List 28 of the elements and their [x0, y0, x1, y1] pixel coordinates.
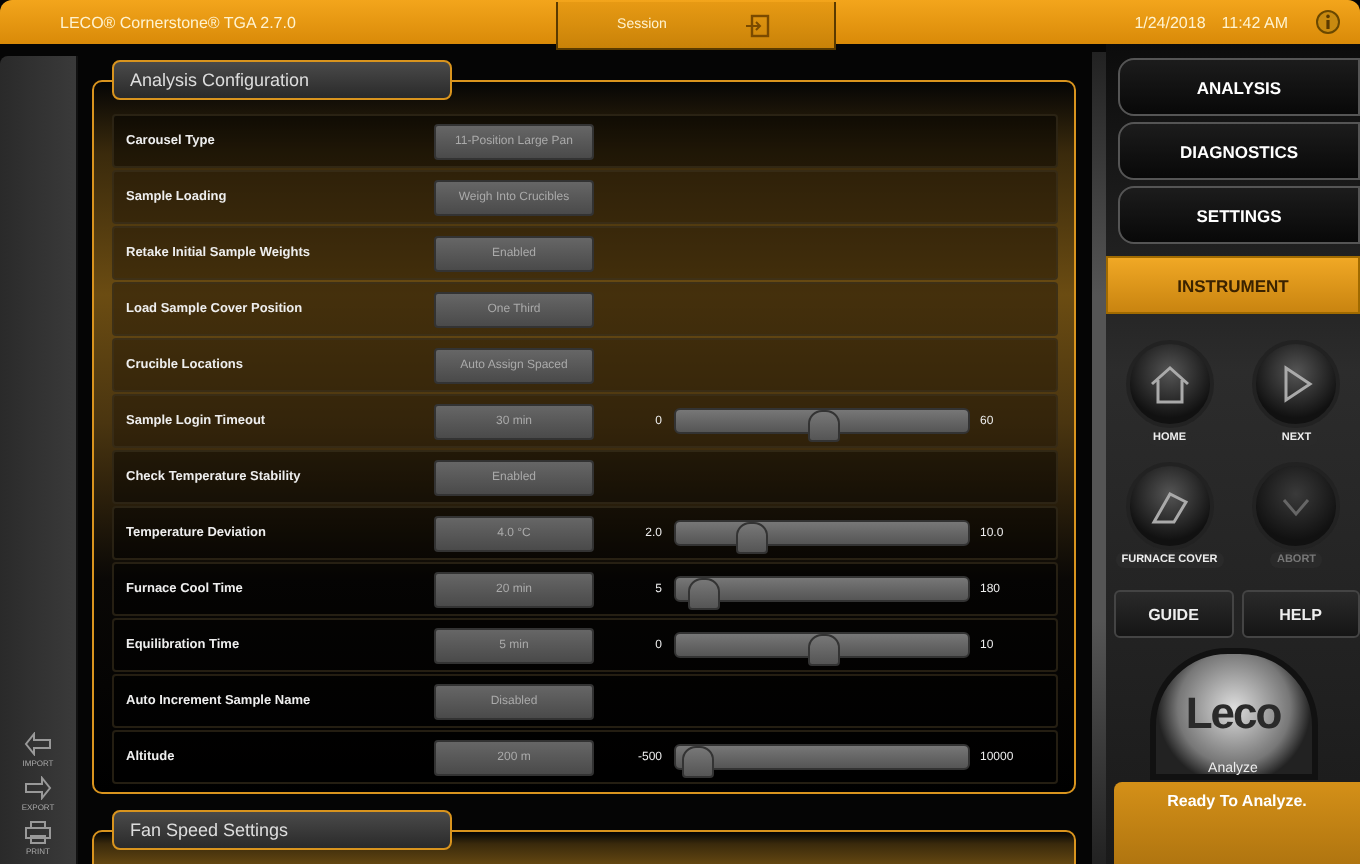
- help-button[interactable]: HELP: [1241, 590, 1360, 638]
- slider-thumb[interactable]: [682, 746, 715, 778]
- status-message: Ready To Analyze.: [1114, 782, 1360, 864]
- section-title: Analysis Configuration: [112, 60, 452, 100]
- door-icon: [746, 13, 775, 37]
- round-button[interactable]: [1125, 462, 1214, 550]
- help-button[interactable]: GUIDE: [1114, 590, 1233, 638]
- nav-tab[interactable]: INSTRUMENT: [1106, 256, 1360, 314]
- date-text: 1/24/2018: [1134, 13, 1206, 31]
- arrow-left-icon[interactable]: [23, 732, 52, 756]
- slider-thumb[interactable]: [735, 522, 767, 554]
- slider-thumb[interactable]: [808, 634, 840, 666]
- scrollbar[interactable]: [1092, 52, 1106, 864]
- round-button[interactable]: [1125, 340, 1214, 428]
- printer-icon[interactable]: [24, 820, 52, 844]
- info-icon[interactable]: [1316, 10, 1340, 34]
- nav-tab[interactable]: ANALYSIS: [1118, 58, 1360, 116]
- nav-tab[interactable]: DIAGNOSTICS: [1118, 122, 1360, 180]
- time-text: 11:42 AM: [1221, 13, 1288, 31]
- arrow-right-icon[interactable]: [24, 776, 52, 800]
- nav-tab[interactable]: SETTINGS: [1118, 186, 1360, 244]
- section-title: Fan Speed Settings: [112, 810, 452, 850]
- logo-text: Leco: [1185, 688, 1281, 740]
- slider-thumb[interactable]: [808, 410, 840, 442]
- house-icon: [1147, 362, 1192, 406]
- slider-thumb[interactable]: [688, 578, 721, 610]
- round-button[interactable]: [1252, 340, 1341, 428]
- app-title: LECO® Cornerstone® TGA 2.7.0: [60, 13, 298, 31]
